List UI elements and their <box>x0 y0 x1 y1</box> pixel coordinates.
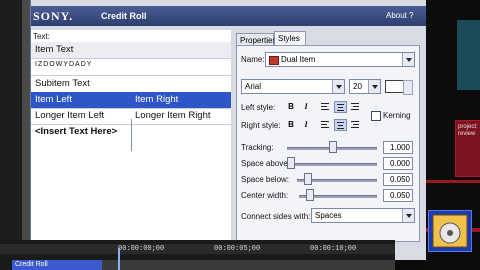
text-row-header[interactable]: IZDOWYDADY <box>31 59 231 76</box>
row-left-text: Item Text <box>35 44 74 55</box>
connect-sides-select[interactable]: Spaces <box>311 208 415 223</box>
space-below-slider-thumb[interactable] <box>304 173 312 185</box>
tracking-slider-thumb[interactable] <box>329 141 337 153</box>
connect-sides-value: Spaces <box>315 211 342 220</box>
left-style-label: Left style: <box>241 103 276 112</box>
host-side-panel <box>457 20 480 90</box>
column-divider <box>131 119 132 151</box>
font-value: Arial <box>245 82 262 91</box>
style-name-select[interactable]: Dual Item <box>265 52 415 67</box>
left-italic-button[interactable]: I <box>300 101 312 112</box>
timeline-area: 00:00:00;00 00:00:05;00 00:00:10;00 Cred… <box>0 240 395 270</box>
timeline-ruler[interactable]: 00:00:00;00 00:00:05;00 00:00:10;00 <box>0 244 395 254</box>
tracking-label: Tracking: <box>241 143 274 152</box>
chevron-down-icon[interactable] <box>402 53 414 66</box>
center-width-slider-thumb[interactable] <box>306 189 314 201</box>
connect-sides-label: Connect sides with: <box>241 212 311 221</box>
space-above-label: Space above: <box>241 159 290 168</box>
align-center-icon[interactable] <box>334 101 347 113</box>
font-size-select[interactable]: 20 <box>349 79 381 94</box>
right-bold-button[interactable]: B <box>285 119 297 130</box>
about-link[interactable]: About ? <box>386 11 414 20</box>
tracking-value: 1.000 <box>389 143 410 152</box>
row-left-text: <Insert Text Here> <box>35 126 118 137</box>
clip-label: Credit Roll <box>15 261 48 268</box>
space-below-label: Space below: <box>241 175 290 184</box>
center-width-value: 0.050 <box>389 191 410 200</box>
credit-roll-plugin-window: SONY. Credit Roll About ? Text: Item Tex… <box>30 0 426 260</box>
chevron-down-icon[interactable] <box>403 80 413 95</box>
font-select[interactable]: Arial <box>241 79 345 94</box>
style-name-value: Dual Item <box>281 55 316 64</box>
host-scroll-strip <box>22 0 30 270</box>
host-red-bar <box>425 180 480 183</box>
styles-panel: Properties Styles Name: Dual Item Arial … <box>231 30 426 242</box>
space-above-slider-thumb[interactable] <box>287 157 295 169</box>
text-row-dual-item[interactable]: Item Left Item Right <box>31 92 231 109</box>
space-below-value: 0.050 <box>389 175 410 184</box>
center-width-input[interactable]: 0.050 <box>383 189 413 202</box>
host-project-text: project: review <box>458 124 478 137</box>
right-style-label: Right style: <box>241 121 281 130</box>
sony-logo: SONY. <box>33 9 74 23</box>
tab-styles[interactable]: Styles <box>274 31 306 46</box>
styles-tab-body: Name: Dual Item Arial 20 Left style: B I <box>236 45 420 242</box>
left-bold-button[interactable]: B <box>285 101 297 112</box>
text-row-item[interactable]: Item Text <box>31 42 231 59</box>
row-left-text: Subitem Text <box>35 78 90 89</box>
kerning-label: Kerning <box>383 111 411 120</box>
tab-styles-label: Styles <box>278 34 300 43</box>
space-above-slider-track[interactable] <box>287 163 377 166</box>
chevron-down-icon[interactable] <box>368 80 380 93</box>
timecode-label: 00:00:10;00 <box>310 245 357 253</box>
timecode-label: 00:00:05;00 <box>214 245 261 253</box>
plugin-title: Credit Roll <box>101 11 147 21</box>
plugin-titlebar: SONY. Credit Roll About ? <box>31 6 426 26</box>
space-above-input[interactable]: 0.000 <box>383 157 413 170</box>
align-left-icon[interactable] <box>319 119 331 130</box>
name-label: Name: <box>241 55 265 64</box>
align-right-icon[interactable] <box>349 101 361 112</box>
align-right-icon[interactable] <box>349 119 361 130</box>
row-left-text: IZDOWYDADY <box>35 61 93 68</box>
cd-logo-icon <box>432 214 468 248</box>
kerning-checkbox[interactable] <box>371 111 381 121</box>
row-left-text: Longer Item Left <box>35 110 105 121</box>
row-left-text: Item Left <box>35 94 72 105</box>
playhead-marker[interactable] <box>118 248 120 270</box>
font-size-value: 20 <box>353 82 362 91</box>
text-color-button[interactable] <box>385 80 404 93</box>
row-right-text: Longer Item Right <box>135 110 211 121</box>
text-row-subitem[interactable]: Subitem Text <box>31 76 231 93</box>
credit-roll-clip[interactable]: Credit Roll <box>12 260 102 270</box>
center-width-label: Center width: <box>241 191 289 200</box>
timecode-label: 00:00:00;00 <box>118 245 165 253</box>
right-italic-button[interactable]: I <box>300 119 312 130</box>
space-above-value: 0.000 <box>389 159 410 168</box>
host-project-panel: project: review <box>455 120 480 177</box>
chevron-down-icon[interactable] <box>332 80 344 93</box>
align-left-icon[interactable] <box>319 101 331 112</box>
text-label: Text: <box>33 32 50 41</box>
space-below-input[interactable]: 0.050 <box>383 173 413 186</box>
row-right-text: Item Right <box>135 94 179 105</box>
chevron-down-icon[interactable] <box>402 209 414 222</box>
host-window-left-edge <box>0 0 30 270</box>
tab-properties-label: Properties <box>240 36 277 45</box>
watermark-logo <box>428 210 472 252</box>
tracking-input[interactable]: 1.000 <box>383 141 413 154</box>
align-center-icon[interactable] <box>334 119 347 131</box>
style-swatch-icon <box>269 56 279 65</box>
